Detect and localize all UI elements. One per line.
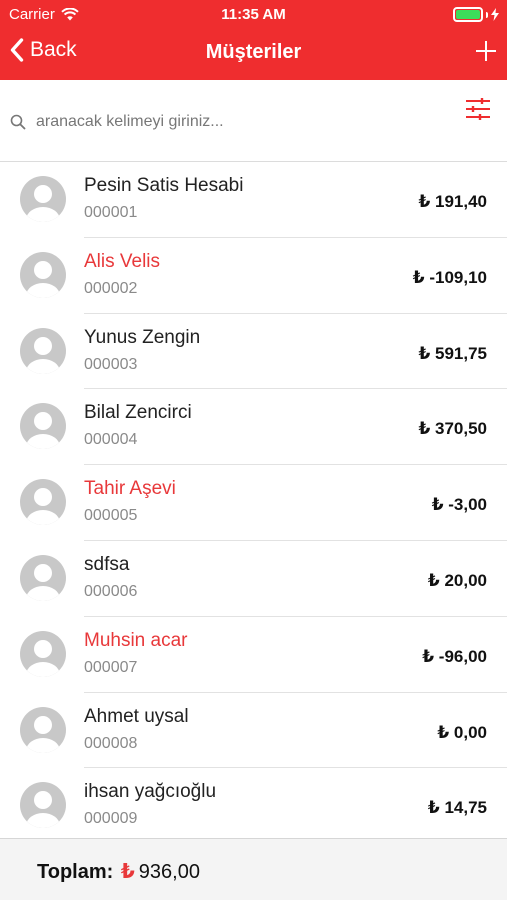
sliders-icon (466, 98, 490, 120)
user-avatar-icon (20, 403, 66, 450)
customer-name: sdfsa (84, 553, 130, 575)
user-avatar-icon (20, 706, 66, 753)
user-avatar-icon (20, 554, 66, 601)
customer-balance: ₺ -109,10 (412, 267, 487, 287)
customer-name: Yunus Zengin (84, 326, 201, 348)
total-footer: Toplam: ₺ 936,00 (0, 838, 507, 900)
customer-code: 000007 (84, 658, 138, 676)
customer-code: 000003 (84, 355, 138, 373)
customer-row[interactable]: Ahmet uysal 000008 ₺ 0,00 (20, 693, 507, 769)
customer-row[interactable]: Bilal Zencirci 000004 ₺ 370,50 (20, 389, 507, 466)
customer-balance: ₺ -3,00 (431, 495, 487, 515)
filter-button[interactable] (465, 97, 491, 126)
back-label: Back (30, 38, 77, 61)
search-bar (0, 80, 507, 162)
customer-name: Tahir Aşevi (84, 478, 176, 500)
customer-balance: ₺ 591,75 (418, 343, 487, 363)
customer-code: 000009 (84, 810, 138, 828)
customer-balance: ₺ 0,00 (437, 722, 487, 742)
customer-balance: ₺ 20,00 (427, 570, 487, 590)
customer-name: Alis Velis (84, 250, 161, 272)
user-avatar-icon (20, 479, 66, 526)
user-avatar-icon (20, 782, 66, 829)
customer-row[interactable]: Pesin Satis Hesabi 000001 ₺ 191,40 (20, 162, 507, 238)
customer-code: 000008 (84, 734, 138, 752)
customer-code: 000006 (84, 582, 138, 600)
customer-code: 000002 (84, 279, 138, 297)
customer-row[interactable]: ihsan yağcıoğlu 000009 ₺ 14,75 (20, 768, 507, 838)
back-button[interactable]: Back (10, 38, 77, 62)
customer-row[interactable]: Muhsin acar 000007 ₺ -96,00 (20, 617, 507, 693)
charging-bolt-icon (491, 8, 499, 21)
user-avatar-icon (20, 176, 66, 222)
customer-code: 000005 (84, 507, 138, 525)
customer-name: Muhsin acar (84, 629, 188, 651)
total-amount: 936,00 (138, 861, 200, 883)
add-customer-button[interactable] (475, 40, 497, 67)
customer-row[interactable]: sdfsa 000006 ₺ 20,00 (20, 541, 507, 617)
customer-code: 000001 (84, 204, 138, 221)
customer-name: Bilal Zencirci (84, 402, 192, 424)
customer-balance: ₺ 14,75 (427, 798, 487, 818)
navigation-bar: Back Müşteriler (0, 30, 507, 80)
plus-icon (476, 41, 496, 61)
currency-symbol: ₺ (120, 861, 135, 883)
customer-code: 000004 (84, 431, 138, 449)
search-icon (10, 114, 26, 130)
total-summary: Toplam: ₺ 936,00 (37, 859, 200, 884)
battery-icon (453, 7, 499, 22)
battery-fill (456, 10, 480, 19)
search-input[interactable] (36, 110, 426, 134)
customer-balance: ₺ 370,50 (418, 419, 487, 439)
customer-name: Pesin Satis Hesabi (84, 175, 244, 196)
customer-name: Ahmet uysal (84, 705, 189, 727)
status-time: 11:35 AM (221, 6, 286, 23)
chevron-left-icon (10, 38, 24, 62)
user-avatar-icon (20, 327, 66, 374)
user-avatar-icon (20, 630, 66, 677)
total-label: Toplam: (37, 861, 114, 883)
customer-row[interactable]: Yunus Zengin 000003 ₺ 591,75 (20, 314, 507, 390)
customer-row[interactable]: Tahir Aşevi 000005 ₺ -3,00 (20, 465, 507, 541)
customer-row[interactable]: Alis Velis 000002 ₺ -109,10 (20, 238, 507, 314)
status-bar: Carrier 11:35 AM (0, 0, 507, 30)
customer-list: Pesin Satis Hesabi 000001 ₺ 191,40 Alis … (0, 162, 507, 838)
user-avatar-icon (20, 251, 66, 298)
customer-balance: ₺ -96,00 (422, 646, 487, 666)
customer-balance: ₺ 191,40 (418, 192, 487, 211)
customer-name: ihsan yağcıoğlu (84, 781, 217, 803)
